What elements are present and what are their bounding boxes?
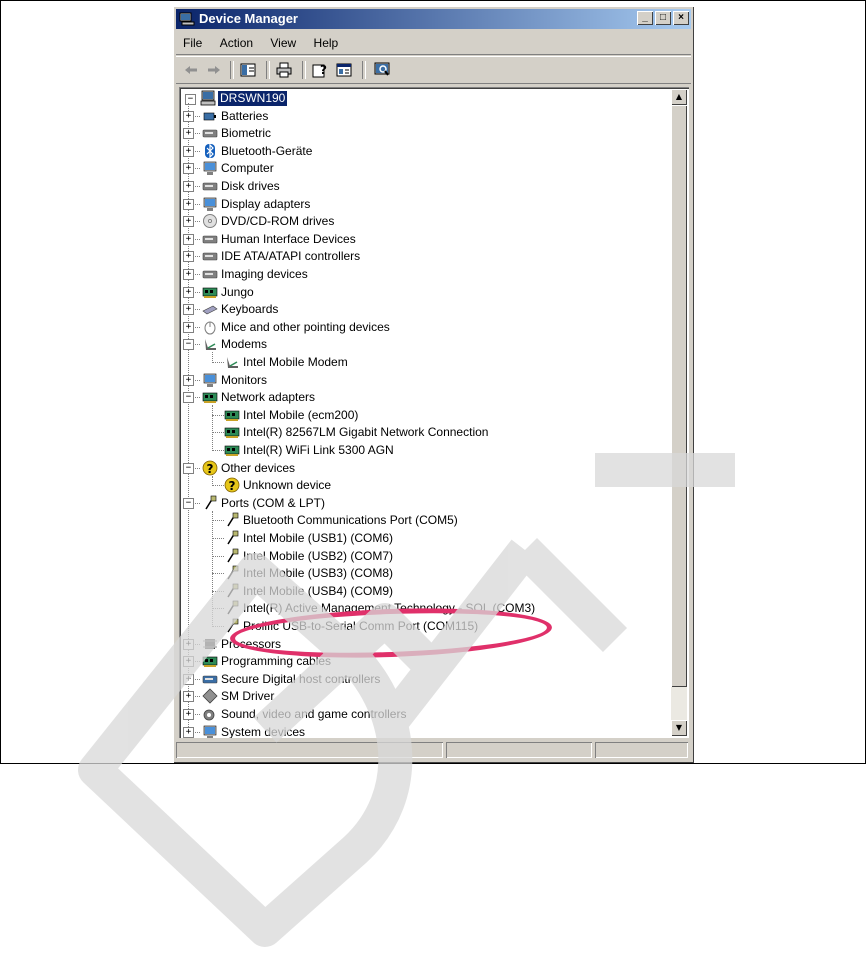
tree-item-label: Display adapters xyxy=(221,196,311,211)
tree-item-label: Network adapters xyxy=(221,390,316,405)
menu-action[interactable]: Action xyxy=(213,32,260,54)
expand-toggle[interactable]: + xyxy=(183,198,194,210)
collapse-toggle[interactable]: − xyxy=(185,94,196,105)
dvd-icon xyxy=(203,214,217,229)
tree-item-label: Modems xyxy=(221,337,268,352)
ide-controller-icon xyxy=(202,253,218,261)
toolbar-separator xyxy=(302,61,306,79)
tree-item-label: Jungo xyxy=(221,284,254,299)
menu-bar: File Action View Help xyxy=(176,32,691,55)
menu-help[interactable]: Help xyxy=(307,32,346,54)
scroll-up-button[interactable]: ▲ xyxy=(671,89,687,105)
expand-toggle[interactable]: + xyxy=(183,110,194,122)
disk-drive-icon xyxy=(202,182,218,191)
network-card-icon xyxy=(224,410,240,421)
hid-icon xyxy=(202,235,218,244)
show-hide-tree-icon[interactable] xyxy=(238,60,258,80)
computer-icon xyxy=(200,90,216,106)
monitor-icon xyxy=(203,373,217,387)
toolbar-separator xyxy=(266,61,270,79)
collapse-toggle[interactable]: − xyxy=(183,339,194,351)
scan-hardware-icon[interactable] xyxy=(372,60,392,80)
expand-toggle[interactable]: + xyxy=(183,181,194,192)
window-title: Device Manager xyxy=(199,11,298,26)
tree-connector xyxy=(212,414,224,416)
expand-toggle[interactable]: + xyxy=(183,216,194,228)
toolbar-separator xyxy=(362,61,366,79)
tree-item-label: Bluetooth-Geräte xyxy=(221,143,313,158)
tree-item-label: Monitors xyxy=(221,372,268,387)
tree-item-label: Biometric xyxy=(221,126,272,141)
properties-help-icon[interactable]: ? xyxy=(310,60,330,80)
tree-item-label: Mice and other pointing devices xyxy=(221,319,390,334)
forward-arrow-icon[interactable] xyxy=(204,60,224,80)
expand-toggle[interactable]: + xyxy=(183,269,194,280)
mouse-icon xyxy=(204,321,216,335)
close-button[interactable]: × xyxy=(673,11,689,25)
toolbar: ? xyxy=(176,56,691,84)
device-manager-icon xyxy=(179,12,195,26)
maximize-button[interactable]: □ xyxy=(655,11,671,25)
board-icon xyxy=(202,287,218,298)
expand-toggle[interactable]: + xyxy=(183,286,194,298)
expand-toggle[interactable]: + xyxy=(183,163,194,175)
back-arrow-icon[interactable] xyxy=(181,60,201,80)
root-label: DRSWN190 xyxy=(218,91,288,106)
collapse-toggle[interactable]: − xyxy=(183,392,194,404)
tree-item-label: Batteries xyxy=(221,108,269,123)
properties-icon[interactable] xyxy=(334,60,354,80)
modem-icon xyxy=(205,339,216,351)
battery-icon xyxy=(203,112,216,120)
bluetooth-icon xyxy=(205,143,215,159)
tree-item-label: Intel Mobile (ecm200) xyxy=(243,407,359,422)
expand-toggle[interactable]: + xyxy=(183,128,194,140)
svg-text:?: ? xyxy=(320,63,327,77)
minimize-button[interactable]: _ xyxy=(637,11,653,25)
expand-toggle[interactable]: + xyxy=(183,304,194,316)
expand-toggle[interactable]: + xyxy=(183,145,194,157)
tree-item-label: Intel Mobile Modem xyxy=(243,355,348,369)
expand-toggle[interactable]: + xyxy=(183,251,194,263)
expand-toggle[interactable]: + xyxy=(183,321,194,333)
tree-connector xyxy=(212,362,224,363)
tree-item-label: DVD/CD-ROM drives xyxy=(221,214,335,229)
tree-item-label: Human Interface Devices xyxy=(221,231,356,246)
draft-watermark xyxy=(78,453,735,947)
computer-icon xyxy=(203,162,217,176)
imaging-icon xyxy=(202,270,218,279)
expand-toggle[interactable]: + xyxy=(183,374,194,386)
network-card-icon xyxy=(202,392,218,404)
display-adapter-icon xyxy=(203,197,217,211)
tree-item-label: Computer xyxy=(221,161,274,176)
keyboard-icon xyxy=(202,305,218,315)
expand-toggle[interactable]: + xyxy=(183,233,194,245)
menu-file[interactable]: File xyxy=(176,32,209,54)
tree-item-label: Disk drives xyxy=(221,179,280,193)
print-icon[interactable] xyxy=(274,60,294,80)
tree-item-label: Imaging devices xyxy=(221,267,308,281)
tree-item-label: IDE ATA/ATAPI controllers xyxy=(221,249,361,264)
tree-item-label: Keyboards xyxy=(221,302,279,317)
toolbar-separator xyxy=(230,61,234,79)
modem-icon xyxy=(227,357,238,368)
menu-view[interactable]: View xyxy=(263,32,303,54)
title-bar[interactable]: Device Manager _ □ × xyxy=(176,9,691,29)
biometric-icon xyxy=(202,129,218,138)
